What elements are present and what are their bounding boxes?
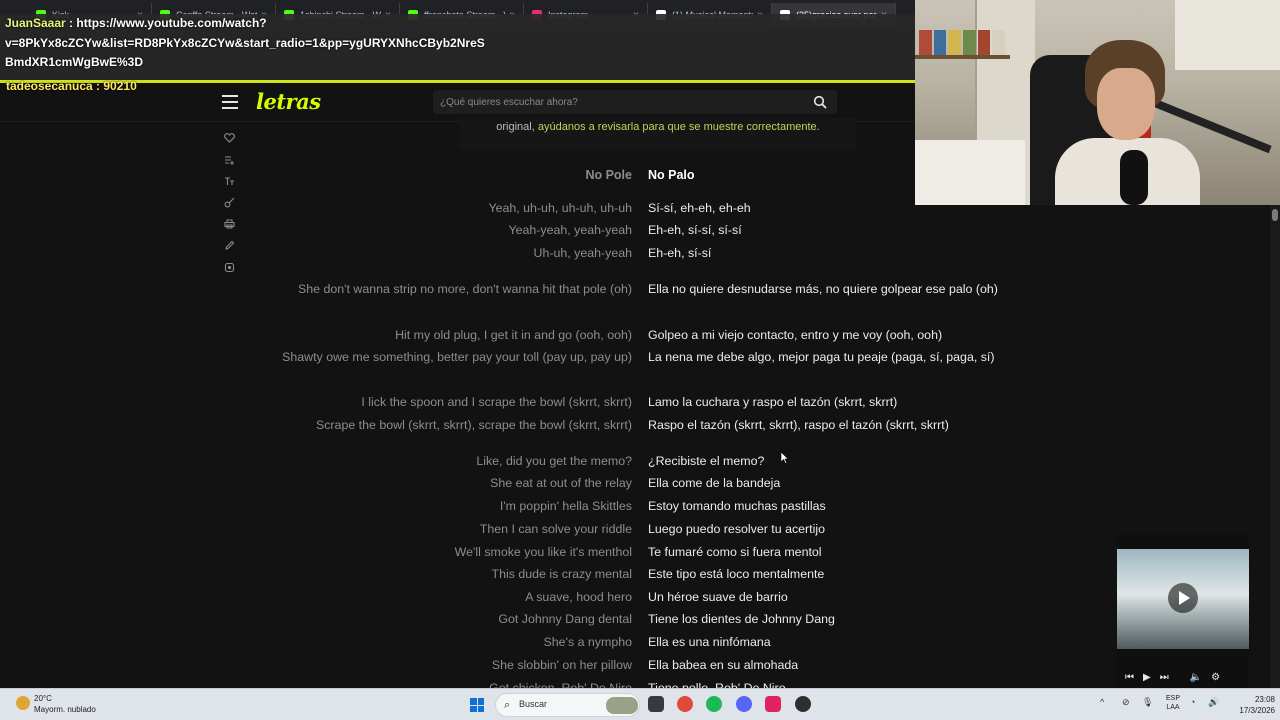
lyric-translation: Tiene los dientes de Johnny Dang [648, 612, 835, 626]
lyric-original: This dude is crazy mental [491, 567, 632, 581]
weather-icon [16, 696, 30, 710]
lyric-original: Yeah-yeah, yeah-yeah [508, 223, 632, 237]
lyric-translation: Eh-eh, sí-sí, sí-sí [648, 223, 742, 237]
obs-icon[interactable] [795, 696, 811, 712]
task-view-icon[interactable] [648, 696, 664, 712]
lyric-original: A suave, hood hero [525, 590, 632, 604]
weather-widget[interactable]: 20°C Mayorm. nublado [14, 693, 114, 717]
spotify-icon[interactable] [706, 696, 722, 712]
lyric-translation: Ella es una ninfómana [648, 635, 771, 649]
play-icon[interactable] [1168, 583, 1198, 613]
webcam-microphone [1120, 150, 1148, 205]
lyric-original: She don't wanna strip no more, don't wan… [298, 282, 632, 296]
language-indicator[interactable]: ESP LAA [1162, 694, 1184, 712]
scrollbar-thumb[interactable] [1272, 209, 1278, 221]
wifi-icon[interactable]: ◔ [1190, 697, 1195, 707]
windows-start-icon[interactable] [470, 698, 484, 712]
screen: Kick× Cenffe Stream - Watc× 1chinchi Str… [0, 0, 1280, 720]
network-icon[interactable]: ⊘ [1122, 697, 1130, 708]
gear-icon[interactable]: ⚙ [1211, 672, 1220, 683]
webcam-bed [915, 140, 1025, 205]
song-title-original: No Pole [585, 168, 632, 182]
tiktok-icon[interactable] [765, 696, 781, 712]
lyric-original: Got Johnny Dang dental [498, 612, 632, 626]
lyric-translation: Un héroe suave de barrio [648, 590, 788, 604]
play-small-icon[interactable]: ▶ [1143, 672, 1151, 683]
chrome-icon[interactable] [677, 696, 693, 712]
lyric-original: I'm poppin' hella Skittles [499, 499, 632, 513]
lyric-translation: Tiene pollo, Rob' De Niro [648, 681, 786, 688]
next-icon[interactable]: ⏭ [1160, 672, 1169, 683]
lyric-original: Uh-uh, yeah-yeah [533, 246, 633, 260]
speaker-icon[interactable]: 🔊 [1208, 697, 1219, 708]
lyric-original: I lick the spoon and I scrape the bowl (… [361, 395, 632, 409]
lyric-translation: Ella babea en su almohada [648, 658, 799, 672]
lyric-original: Like, did you get the memo? [476, 454, 632, 468]
previous-icon[interactable]: ⏮ [1125, 672, 1134, 683]
webcam-wall-drawing [1175, 0, 1280, 70]
search-highlight-image [606, 697, 638, 714]
lyric-translation: Estoy tomando muchas pastillas [648, 499, 826, 513]
taskbar-search[interactable]: ⌕ Buscar [495, 693, 640, 717]
lyric-translation: ¿Recibiste el memo? [648, 454, 765, 468]
lyric-translation: Te fumaré como si fuera mentol [648, 545, 822, 559]
lyric-original: She slobbin' on her pillow [491, 658, 632, 672]
lyric-original: Scrape the bowl (skrrt, skrrt), scrape t… [315, 418, 632, 432]
webcam-shelf [915, 55, 1010, 59]
system-tray-right: ◔ 🔊 [1190, 697, 1230, 713]
discord-icon[interactable] [736, 696, 752, 712]
lyric-original: Got chicken, Rob' De Niro [489, 681, 632, 688]
lyric-translation: La nena me debe algo, mejor paga tu peaj… [648, 350, 995, 364]
lyric-original: She eat at out of the relay [490, 476, 632, 490]
lyric-line: Got chicken, Rob' De Niro Tiene pollo, Ro… [0, 677, 1280, 688]
mini-player-controls: ⏮ ▶ ⏭ 🔈 ⚙ [1117, 668, 1249, 686]
windows-taskbar: 20°C Mayorm. nublado ⌕ Buscar ^ ⊘ 🎙 ESP L… [0, 688, 1280, 720]
lyric-translation: Ella come de la bandeja [648, 476, 781, 490]
keyboard-layout: LAA [1166, 704, 1180, 711]
weather-temperature: 20°C [34, 694, 52, 703]
taskbar-clock[interactable]: 23:08 17/3/2026 [1229, 694, 1275, 716]
lyric-translation: Ella no quiere desnudarse más, no quiere… [648, 282, 998, 296]
clock-time: 23:08 [1254, 695, 1275, 704]
mini-video-player[interactable]: ⏮ ▶ ⏭ 🔈 ⚙ [1117, 534, 1249, 688]
webcam-person-face [1097, 68, 1155, 140]
search-icon: ⌕ [504, 699, 511, 711]
lyric-translation: Raspo el tazón (skrrt, skrrt), raspo el … [648, 418, 949, 432]
lyric-translation: Eh-eh, sí-sí [648, 246, 712, 260]
clock-date: 17/3/2026 [1239, 706, 1275, 715]
chevron-up-icon[interactable]: ^ [1100, 697, 1104, 707]
lyric-translation: Golpeo a mi viejo contacto, entro y me v… [648, 328, 943, 342]
lyric-translation: Luego puedo resolver tu acertijo [648, 522, 826, 536]
taskbar-search-label: Buscar [519, 699, 548, 709]
mini-video-thumbnail[interactable] [1117, 549, 1249, 649]
weather-condition: Mayorm. nublado [34, 705, 96, 714]
webcam-shelf-items [919, 30, 1006, 55]
page-scrollbar[interactable] [1270, 205, 1280, 688]
language-code: ESP [1165, 695, 1180, 702]
lyric-original: Then I can solve your riddle [479, 522, 632, 536]
mouse-cursor-icon [781, 452, 789, 464]
volume-icon[interactable]: 🔈 [1190, 672, 1202, 683]
lyric-translation: Lamo la cuchara y raspo el tazón (skrrt,… [648, 395, 898, 409]
webcam-feed [915, 0, 1280, 205]
microphone-icon[interactable]: 🎙 [1142, 697, 1153, 708]
lyric-original: Hit my old plug, I get it in and go (ooh… [395, 328, 632, 342]
lyric-original: Yeah, uh-uh, uh-uh, uh-uh [488, 201, 632, 215]
lyric-original: We'll smoke you like it's menthol [454, 545, 632, 559]
lyric-translation: Este tipo está loco mentalmente [648, 567, 825, 581]
lyric-original: Shawty owe me something, better pay your… [282, 350, 632, 364]
lyric-original: She's a nympho [543, 635, 632, 649]
